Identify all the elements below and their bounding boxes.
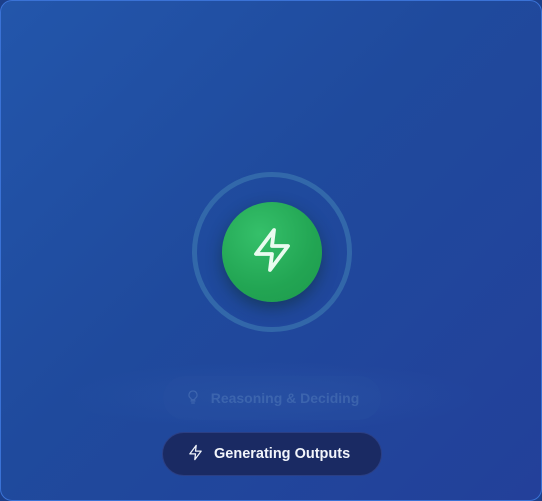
step-generating: Generating Outputs xyxy=(162,432,382,476)
lightbulb-icon xyxy=(185,389,201,408)
status-panel: Reasoning & Deciding Generating Outputs xyxy=(0,0,542,501)
step-label: Reasoning & Deciding xyxy=(210,390,360,406)
lightning-bolt-icon xyxy=(248,226,296,279)
step-reasoning: Reasoning & Deciding xyxy=(163,376,381,420)
lightning-bolt-icon xyxy=(187,444,204,465)
step-label: Generating Outputs xyxy=(214,446,351,462)
status-orb xyxy=(222,202,322,302)
